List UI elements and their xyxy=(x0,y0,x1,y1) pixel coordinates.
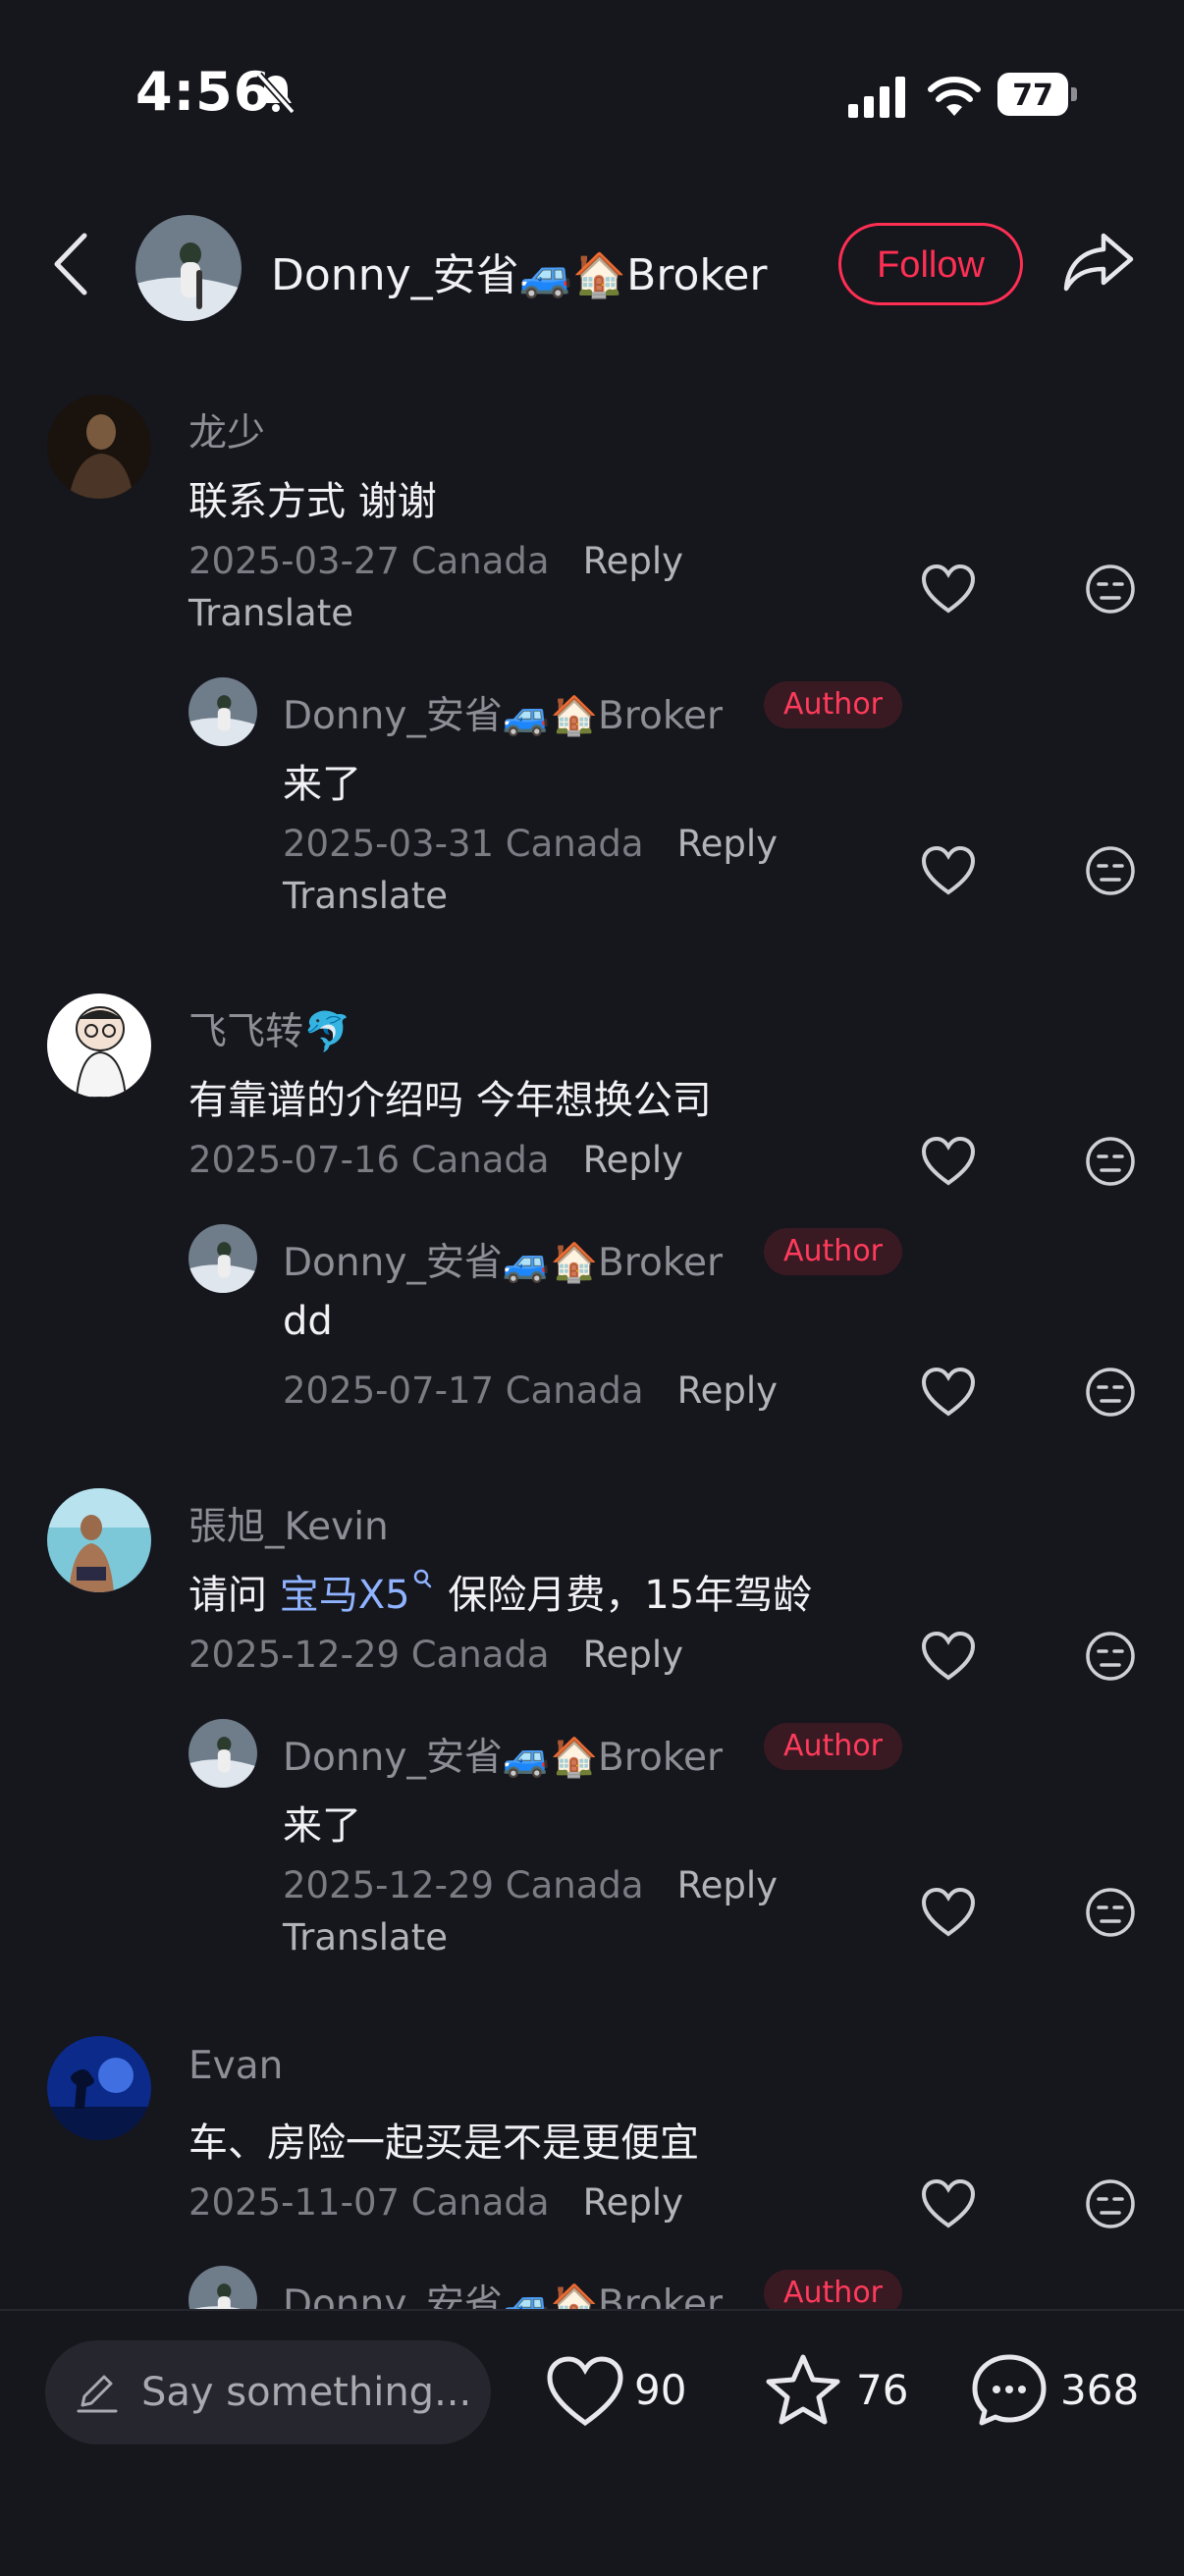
reply-button[interactable]: Reply xyxy=(677,1864,778,1906)
star-icon[interactable] xyxy=(764,2352,842,2427)
translate-button[interactable]: Translate xyxy=(188,592,353,634)
heart-icon[interactable] xyxy=(921,1631,976,1682)
author-badge: Author xyxy=(764,681,903,728)
reply-date: 2025-07-17 Canada xyxy=(283,1369,644,1412)
face-icon[interactable] xyxy=(1084,563,1137,616)
commenter-avatar[interactable] xyxy=(47,993,151,1098)
reply-username[interactable]: Donny_安省🚙🏠Broker xyxy=(283,1232,723,1287)
author-badge: Author xyxy=(764,1228,903,1275)
reply-button[interactable]: Reply xyxy=(583,1139,683,1181)
author-badge: Author xyxy=(764,1723,903,1770)
heart-icon[interactable] xyxy=(921,1887,976,1938)
comment-input-placeholder: Say something... xyxy=(141,2370,472,2415)
reply-meta: 2025-03-31 Canada Reply xyxy=(283,823,778,865)
comment-text: 有靠谱的介绍吗 今年想换公司 xyxy=(188,1078,712,1123)
reply-button[interactable]: Reply xyxy=(677,1369,778,1412)
reply-text: dd xyxy=(283,1299,333,1344)
comment-username[interactable]: 龙少 xyxy=(188,402,265,457)
comment-date: 2025-12-29 Canada xyxy=(188,1634,550,1676)
heart-icon[interactable] xyxy=(921,2178,976,2229)
author-avatar[interactable] xyxy=(135,215,242,321)
comment-username[interactable]: 張旭_Kevin xyxy=(188,1496,389,1551)
face-icon[interactable] xyxy=(1084,1630,1137,1683)
pen-icon xyxy=(77,2375,118,2413)
bell-slash-icon xyxy=(256,72,296,115)
signal-icon xyxy=(848,77,905,118)
translate-button[interactable]: Translate xyxy=(283,875,448,917)
comment-date: 2025-11-07 Canada xyxy=(188,2181,550,2224)
search-link[interactable]: 宝马X5 xyxy=(280,1573,410,1618)
face-icon[interactable] xyxy=(1084,1135,1137,1188)
face-icon[interactable] xyxy=(1084,1366,1137,1419)
comment-text: 车、房险一起买是不是更便宜 xyxy=(188,2120,699,2166)
reply-avatar[interactable] xyxy=(188,677,257,746)
comment-date: 2025-03-27 Canada xyxy=(188,540,550,582)
face-icon[interactable] xyxy=(1084,2177,1137,2230)
heart-icon[interactable] xyxy=(921,564,976,615)
reply-text: 来了 xyxy=(283,762,361,807)
author-username[interactable]: Donny_安省🚙🏠Broker xyxy=(271,240,767,302)
reply-date: 2025-03-31 Canada xyxy=(283,823,644,865)
reply-avatar[interactable] xyxy=(188,1224,257,1293)
comment-text-part: 保险月费，15年驾龄 xyxy=(435,1573,813,1618)
reply-meta: 2025-12-29 Canada Reply xyxy=(283,1864,778,1906)
comments-count: 368 xyxy=(1060,2366,1140,2414)
battery-icon: 77 xyxy=(997,73,1078,116)
commenter-avatar[interactable] xyxy=(47,2036,151,2140)
favorites-count: 76 xyxy=(856,2366,909,2414)
comment-input[interactable]: Say something... xyxy=(45,2340,491,2444)
reply-button[interactable]: Reply xyxy=(677,823,778,865)
reply-text: 来了 xyxy=(283,1803,361,1849)
comment-username[interactable]: 飞飞转🐬 xyxy=(188,1001,351,1056)
reply-button[interactable]: Reply xyxy=(583,540,683,582)
face-icon[interactable] xyxy=(1084,1886,1137,1939)
reply-username[interactable]: Donny_安省🚙🏠Broker xyxy=(283,1727,723,1782)
comment-meta: 2025-07-16 Canada Reply xyxy=(188,1139,683,1181)
share-icon[interactable] xyxy=(1062,230,1135,295)
comment-text: 请问 宝马X5 保险月费，15年驾龄 xyxy=(188,1563,812,1620)
follow-button[interactable]: Follow xyxy=(838,223,1023,305)
reply-button[interactable]: Reply xyxy=(583,1634,683,1676)
heart-icon[interactable] xyxy=(921,1367,976,1418)
heart-icon[interactable] xyxy=(921,1136,976,1187)
battery-level: 77 xyxy=(1012,79,1053,113)
reply-meta: 2025-07-17 Canada Reply xyxy=(283,1369,778,1412)
back-chevron-icon[interactable] xyxy=(51,232,90,296)
commenter-avatar[interactable] xyxy=(47,395,151,499)
comment-meta: 2025-03-27 Canada Reply xyxy=(188,540,683,582)
comment-date: 2025-07-16 Canada xyxy=(188,1139,550,1181)
comment-text: 联系方式 谢谢 xyxy=(188,479,437,524)
status-time: 4:56 xyxy=(135,61,272,123)
face-icon[interactable] xyxy=(1084,844,1137,897)
reply-avatar[interactable] xyxy=(188,1719,257,1788)
search-icon[interactable] xyxy=(410,1567,436,1592)
wifi-icon xyxy=(928,77,981,116)
commenter-avatar[interactable] xyxy=(47,1488,151,1592)
comment-text-part: 请问 xyxy=(188,1573,280,1618)
reply-username[interactable]: Donny_安省🚙🏠Broker xyxy=(283,685,723,740)
reply-date: 2025-12-29 Canada xyxy=(283,1864,644,1906)
comment-bubble-icon[interactable] xyxy=(970,2352,1049,2427)
reply-button[interactable]: Reply xyxy=(583,2181,683,2224)
comment-username[interactable]: Evan xyxy=(188,2044,283,2088)
heart-icon[interactable] xyxy=(921,845,976,896)
likes-count: 90 xyxy=(634,2366,687,2414)
heart-icon[interactable] xyxy=(546,2354,624,2429)
comment-meta: 2025-12-29 Canada Reply xyxy=(188,1634,683,1676)
comment-meta: 2025-11-07 Canada Reply xyxy=(188,2181,683,2224)
translate-button[interactable]: Translate xyxy=(283,1916,448,1959)
